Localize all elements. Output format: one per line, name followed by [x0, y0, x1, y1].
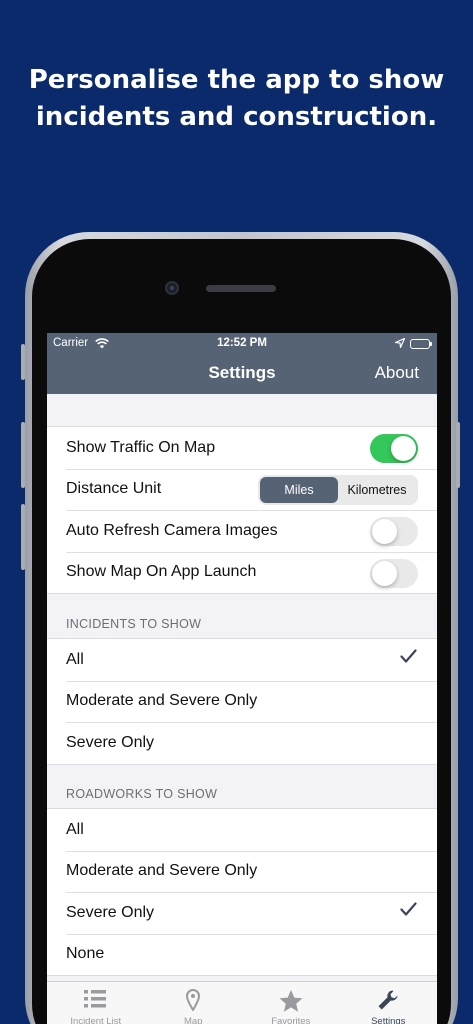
roadworks-option-none[interactable]: None: [47, 933, 437, 976]
tab-bar: Incident List Map Favorites Settings: [47, 981, 437, 1024]
roadworks-option-label: All: [66, 820, 84, 838]
volume-up-button: [21, 422, 25, 488]
tab-label: Favorites: [271, 1016, 311, 1024]
status-time: 12:52 PM: [217, 337, 267, 349]
roadworks-option-label: Moderate and Severe Only: [66, 862, 258, 880]
distance-unit-row: Distance Unit Miles Kilometres: [47, 468, 437, 511]
roadworks-option-severe[interactable]: Severe Only: [47, 892, 437, 934]
volume-down-button: [21, 504, 25, 570]
incidents-option-moderate-severe[interactable]: Moderate and Severe Only: [47, 680, 437, 723]
navigation-bar: Carrier 12:52 PM Settings About: [47, 333, 437, 394]
auto-refresh-row: Auto Refresh Camera Images: [47, 510, 437, 552]
kilometres-segment[interactable]: Kilometres: [338, 477, 416, 503]
tab-settings[interactable]: Settings: [340, 982, 438, 1024]
incidents-section-header: INCIDENTS TO SHOW: [66, 617, 202, 631]
front-camera: [165, 281, 179, 295]
roadworks-section-header: ROADWORKS TO SHOW: [66, 787, 218, 801]
show-map-launch-row: Show Map On App Launch: [47, 551, 437, 594]
checkmark-icon: [400, 902, 417, 922]
status-bar: Carrier 12:52 PM: [47, 337, 437, 355]
auto-refresh-toggle[interactable]: [370, 517, 418, 546]
tab-label: Settings: [371, 1016, 406, 1024]
map-pin-icon: [186, 989, 201, 1011]
roadworks-option-label: Severe Only: [66, 903, 155, 921]
auto-refresh-label: Auto Refresh Camera Images: [66, 521, 278, 539]
show-traffic-label: Show Traffic On Map: [66, 438, 216, 456]
checkmark-icon: [400, 649, 417, 669]
distance-unit-label: Distance Unit: [66, 480, 162, 498]
roadworks-option-moderate-severe[interactable]: Moderate and Severe Only: [47, 850, 437, 893]
about-button[interactable]: About: [375, 363, 419, 383]
incidents-option-all[interactable]: All: [47, 639, 437, 681]
tab-label: Map: [184, 1016, 203, 1024]
headline-line-1: Personalise the app to show: [28, 65, 445, 95]
tab-incident-list[interactable]: Incident List: [47, 982, 145, 1024]
show-map-launch-label: Show Map On App Launch: [66, 563, 257, 581]
location-arrow-icon: [393, 337, 406, 351]
show-traffic-toggle[interactable]: [370, 434, 418, 463]
star-icon: [279, 990, 303, 1012]
miles-segment[interactable]: Miles: [260, 476, 338, 503]
general-settings-group: Show Traffic On Map Distance Unit Miles …: [47, 426, 437, 594]
incidents-option-label: Moderate and Severe Only: [66, 692, 258, 710]
distance-unit-segmented-control: Miles Kilometres: [258, 474, 418, 505]
list-icon: [83, 990, 106, 1008]
roadworks-group: All Moderate and Severe Only Severe Only…: [47, 808, 437, 976]
battery-icon: [410, 339, 432, 349]
promo-headline: Personalise the app to show incidents an…: [0, 62, 473, 136]
incidents-option-label: All: [66, 650, 84, 668]
headline-line-2: incidents and construction.: [35, 102, 438, 132]
tab-label: Incident List: [70, 1016, 122, 1024]
wrench-icon: [378, 990, 398, 1010]
silent-switch: [21, 344, 25, 380]
tab-map[interactable]: Map: [145, 982, 243, 1024]
roadworks-option-all[interactable]: All: [47, 809, 437, 851]
tab-favorites[interactable]: Favorites: [242, 982, 340, 1024]
show-map-launch-toggle[interactable]: [370, 558, 418, 588]
roadworks-option-label: None: [66, 945, 105, 963]
incidents-option-label: Severe Only: [66, 733, 155, 751]
incidents-group: All Moderate and Severe Only Severe Only: [47, 638, 437, 765]
app-screen: Carrier 12:52 PM Settings About Show Tra…: [47, 333, 437, 1024]
show-traffic-row: Show Traffic On Map: [47, 427, 437, 469]
power-button: [456, 422, 460, 488]
earpiece-speaker: [206, 285, 276, 292]
incidents-option-severe[interactable]: Severe Only: [47, 722, 437, 764]
